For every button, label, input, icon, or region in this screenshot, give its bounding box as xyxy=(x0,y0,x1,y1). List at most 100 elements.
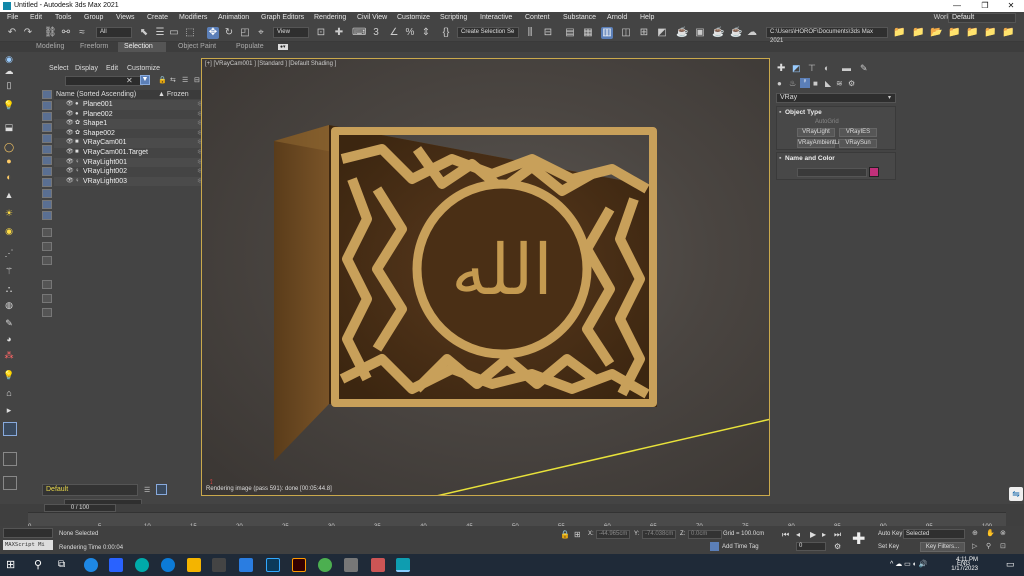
unlink-icon[interactable]: ⚯ xyxy=(60,27,72,39)
menu-scripting[interactable]: Scripting xyxy=(440,12,467,24)
globe-icon[interactable]: ◍ xyxy=(3,300,15,311)
filter-bones-button[interactable] xyxy=(42,178,52,187)
menu-substance[interactable]: Substance xyxy=(563,12,596,24)
3ds-max-icon[interactable] xyxy=(396,558,410,572)
menu-views[interactable]: Views xyxy=(116,12,135,24)
filter-icon[interactable]: ▼ xyxy=(140,75,150,85)
material-editor-icon[interactable]: ◩ xyxy=(656,27,668,39)
render-production-icon[interactable]: ☕ xyxy=(712,27,724,39)
viewport-layout-2-icon[interactable] xyxy=(3,452,17,466)
disc-icon[interactable]: ◐ xyxy=(3,172,15,183)
list-item[interactable]: 👁 ♀ VRayLight002 ❄ xyxy=(54,167,217,177)
bind-space-warp-icon[interactable]: ≈ xyxy=(76,27,88,39)
menu-arnold[interactable]: Arnold xyxy=(607,12,627,24)
systems-category-icon[interactable]: ⚙ xyxy=(848,79,855,88)
select-manipulate-icon[interactable]: ✚ xyxy=(333,27,345,39)
zoom-icon[interactable]: ⊗ xyxy=(1000,529,1006,537)
menu-content[interactable]: Content xyxy=(525,12,550,24)
app-icon-3[interactable] xyxy=(135,558,149,572)
y-coordinate-field[interactable]: -74.038cm xyxy=(642,530,676,539)
filter-shapes-button[interactable] xyxy=(42,101,52,110)
windows-start-icon[interactable]: ⊞ xyxy=(6,558,15,571)
scene-explorer-toggle-icon[interactable] xyxy=(156,484,167,495)
visibility-eye-icon[interactable]: 👁 xyxy=(66,167,74,177)
app-icon-7[interactable] xyxy=(239,558,253,572)
menu-create[interactable]: Create xyxy=(147,12,168,24)
hierarchy-tab-icon[interactable]: ⊤ xyxy=(808,63,816,74)
utilities-tab-icon[interactable]: ✎ xyxy=(860,63,868,74)
filter-groups-button[interactable] xyxy=(42,156,52,165)
time-tag-icon[interactable] xyxy=(710,542,719,551)
curve-editor-icon[interactable]: ◫ xyxy=(620,27,632,39)
chevron-down-icon[interactable]: ▾ xyxy=(888,94,891,101)
tab-populate[interactable]: Populate xyxy=(236,42,264,52)
select-object-icon[interactable]: ⬉ xyxy=(138,27,150,39)
named-selection-sets-dropdown[interactable]: Create Selection Se xyxy=(457,27,519,38)
object-type-header[interactable]: Object Type xyxy=(785,109,822,116)
list-item[interactable]: 👁 ● Plane001 ❄ xyxy=(54,100,217,110)
pivot-center-icon[interactable]: ⊡ xyxy=(315,27,327,39)
hierarchy-icon[interactable]: ⊟ xyxy=(194,76,200,84)
vrayambientlight-button[interactable]: VRayAmbientLig xyxy=(797,139,843,148)
minimize-button[interactable]: — xyxy=(944,0,970,12)
display-tab-icon[interactable]: ▬ xyxy=(842,63,851,73)
layer-dropdown[interactable]: Default xyxy=(42,484,138,496)
camera-icon[interactable]: ⌂ xyxy=(3,388,15,399)
visibility-eye-icon[interactable]: 👁 xyxy=(66,110,74,120)
cameras-category-icon[interactable]: ■ xyxy=(813,79,818,88)
app-icon-1[interactable] xyxy=(84,558,98,572)
mail-icon[interactable] xyxy=(109,558,123,572)
menu-edit[interactable]: Edit xyxy=(30,12,42,24)
key-filters-button[interactable]: Key Filters... xyxy=(920,542,965,552)
expand-arrow-icon[interactable]: ▸ xyxy=(3,405,15,416)
menu-rendering[interactable]: Rendering xyxy=(314,12,346,24)
sun-icon[interactable]: ☀ xyxy=(3,208,15,219)
visibility-eye-icon[interactable]: 👁 xyxy=(66,100,74,110)
list-item[interactable]: 👁 ♀ VRayLight001 ❄ xyxy=(54,157,217,168)
light-bulb-icon[interactable]: 💡 xyxy=(3,100,15,111)
lock-selection-icon[interactable]: 🔒 xyxy=(560,530,570,539)
document-icon[interactable]: ▯ xyxy=(3,80,15,91)
task-view-icon[interactable]: ⧉ xyxy=(58,559,65,570)
filter-none-button[interactable] xyxy=(42,242,52,251)
network-icon[interactable]: ⛬ xyxy=(3,284,15,295)
filter-lights-button[interactable] xyxy=(42,112,52,121)
sphere-icon[interactable]: ● xyxy=(3,156,15,167)
photoshop-icon[interactable] xyxy=(266,558,280,572)
menu-customize[interactable]: Customize xyxy=(397,12,430,24)
selection-filter-dropdown[interactable]: All xyxy=(96,27,132,38)
autogrid-checkbox[interactable]: AutoGrid xyxy=(815,119,839,125)
move-icon[interactable]: ✥ xyxy=(207,27,219,39)
schematic-view-icon[interactable]: ⊞ xyxy=(638,27,650,39)
torus-icon[interactable]: ◯ xyxy=(3,142,15,153)
list-item[interactable]: 👁 ■ VRayCam001 ❄ xyxy=(54,138,217,148)
undo-icon[interactable]: ↶ xyxy=(6,27,18,39)
render-setup-icon[interactable]: ☕ xyxy=(676,27,688,39)
maximize-viewport-icon[interactable]: ⊡ xyxy=(1000,542,1006,550)
folder-export-icon[interactable]: 📁 xyxy=(984,27,996,39)
restore-button[interactable]: ❐ xyxy=(972,0,998,12)
rollout-collapse-icon[interactable]: ▪ xyxy=(779,155,781,162)
list-item[interactable]: 👁 ♀ VRayLight003 ❄ xyxy=(54,176,217,187)
folder-settings-icon[interactable]: 📁 xyxy=(1002,27,1014,39)
add-time-tag-button[interactable]: Add Time Tag xyxy=(722,544,759,550)
ref-coord-dropdown[interactable]: View xyxy=(273,27,309,38)
set-key-icon[interactable]: ✚ xyxy=(852,529,865,549)
filter-all-button[interactable] xyxy=(42,228,52,237)
clear-filter-icon[interactable]: ✕ xyxy=(126,76,133,85)
render-in-cloud-icon[interactable]: ☁ xyxy=(746,27,758,39)
folder-save-icon[interactable]: 📁 xyxy=(948,27,960,39)
filter-spacewarps-button[interactable] xyxy=(42,145,52,154)
orbit-icon[interactable]: ⊕ xyxy=(972,529,978,537)
x-coordinate-field[interactable]: -44.965cm xyxy=(596,530,630,539)
keyboard-shortcut-icon[interactable]: ⌨ xyxy=(352,27,366,39)
visibility-eye-icon[interactable]: 👁 xyxy=(66,138,74,148)
edge-browser-icon[interactable] xyxy=(161,558,175,572)
z-coordinate-field[interactable]: 0.0cm xyxy=(688,530,722,539)
maxscript-mini-listener[interactable]: MAXScript Mi xyxy=(3,540,53,550)
lock-icon[interactable]: 🔒 xyxy=(158,76,167,84)
spacewarps-category-icon[interactable]: ≋ xyxy=(836,79,843,88)
project-folder-icon[interactable]: 📁 xyxy=(893,27,905,39)
hair-icon[interactable]: ⋰ xyxy=(3,248,15,259)
visibility-eye-icon[interactable]: 👁 xyxy=(66,119,74,129)
